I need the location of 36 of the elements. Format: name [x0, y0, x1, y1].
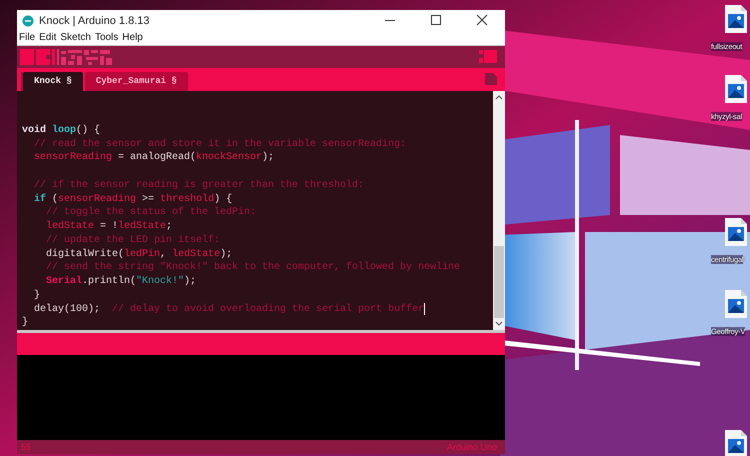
- code-line: }: [22, 316, 28, 330]
- code-line: // if the sensor reading is greater than the threshold:: [33, 178, 364, 193]
- code-line: }: [33, 288, 40, 303]
- image-file-icon[interactable]: [725, 430, 747, 456]
- image-file-icon[interactable]: [725, 75, 747, 103]
- code-line: // update the LED pin itself:: [45, 234, 220, 248]
- image-file-icon[interactable]: [725, 290, 747, 318]
- code-line: // toggle the status of the ledPin:: [45, 206, 256, 220]
- tab-menu-icon[interactable]: [485, 73, 497, 86]
- code-line: void loop() {: [22, 124, 100, 138]
- menu-item[interactable]: File: [19, 32, 36, 44]
- editor-tab[interactable]: Cyber_Samurai §: [84, 72, 188, 91]
- scroll-thumb[interactable]: [494, 246, 504, 318]
- scrollbar[interactable]: [493, 90, 505, 330]
- code-line: sensorReading = analogRead(knockSensor);: [33, 151, 274, 166]
- toolbar-button[interactable]: [20, 46, 34, 67]
- editor-tab[interactable]: Knock §: [23, 72, 83, 91]
- line-number: 55: [21, 442, 32, 452]
- app-icon: [22, 14, 34, 26]
- toolbar-button[interactable]: [36, 46, 50, 67]
- code-line: ledState = !ledState;: [45, 220, 172, 234]
- code-line: delay(100); // delay to avoid overloading the serial port buffer: [33, 302, 424, 316]
- menu-item[interactable]: Edit: [39, 32, 56, 44]
- image-file-icon[interactable]: [725, 218, 747, 246]
- code-line: // read the sensor and store it in the variable sensorReading:: [33, 138, 406, 152]
- code-line: digitalWrite(ledPin, ledState);: [45, 248, 232, 262]
- code-line: // send the string "Knock!" back to the computer, followed by newline: [45, 261, 460, 276]
- window-title: Knock | Arduino 1.8.13: [39, 14, 150, 26]
- toolbar-button[interactable]: [52, 46, 66, 67]
- menu-item[interactable]: Sketch: [60, 32, 91, 44]
- board-name: Arduino Uno: [446, 442, 497, 452]
- menu-item[interactable]: Help: [122, 32, 143, 44]
- image-file-icon[interactable]: [725, 5, 747, 33]
- code-line: if (sensorReading >= threshold) {: [33, 192, 232, 206]
- code-line: Serial.println("Knock!");: [45, 275, 196, 289]
- menu-item[interactable]: Tools: [94, 32, 118, 44]
